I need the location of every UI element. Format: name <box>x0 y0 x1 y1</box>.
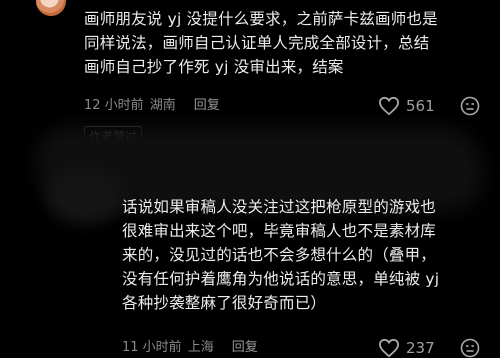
like-button[interactable]: 237 <box>378 338 435 358</box>
comment-line: 各种抄袭整麻了很好奇而已） <box>122 294 327 312</box>
like-count: 561 <box>406 97 435 115</box>
comment-line: 没有任何护着鹰角为他说话的意思，单纯被 yj <box>122 270 440 288</box>
comment-meta: 11 小时前 上海 回复 <box>122 340 258 356</box>
reply-button[interactable]: 回复 <box>194 98 220 114</box>
comment-line: 同样说法，画师自己认证单人完成全部设计，总结 <box>84 34 430 52</box>
like-count: 237 <box>406 339 435 357</box>
heart-icon <box>378 338 400 358</box>
comment-line: 来的，没见过的话也不会多想什么的（叠甲， <box>122 246 437 264</box>
like-button[interactable]: 561 <box>378 96 435 116</box>
redacted-avatar <box>55 175 115 215</box>
comment-time: 11 小时前 <box>122 340 182 355</box>
avatar[interactable] <box>36 0 66 16</box>
comment-meta: 12 小时前 湖南 回复 <box>84 98 220 114</box>
comment-line: 画师朋友说 yj 没提什么要求，之前萨卡兹画师也是 <box>84 10 438 28</box>
comment-line: 话说如果审稿人没关注过这把枪原型的游戏也 <box>122 198 437 216</box>
dislike-face-icon <box>460 96 480 116</box>
heart-icon <box>378 96 400 116</box>
comment-line: 画师自己抄了作死 yj 没审出来，结案 <box>84 58 344 76</box>
dislike-button[interactable] <box>460 96 480 116</box>
comment-location: 上海 <box>187 340 214 355</box>
reply-button[interactable]: 回复 <box>232 340 258 356</box>
dislike-face-icon <box>460 338 480 358</box>
comment-time: 12 小时前 <box>84 98 144 113</box>
comment-line: 很难审出来这个吧，毕竟审稿人也不是素材库 <box>122 222 437 240</box>
comment-location: 湖南 <box>149 98 176 113</box>
dislike-button[interactable] <box>460 338 480 358</box>
comment-text: 画师朋友说 yj 没提什么要求，之前萨卡兹画师也是 同样说法，画师自己认证单人完… <box>84 7 484 79</box>
comment-text: 话说如果审稿人没关注过这把枪原型的游戏也 很难审出来这个吧，毕竟审稿人也不是素材… <box>122 195 484 315</box>
